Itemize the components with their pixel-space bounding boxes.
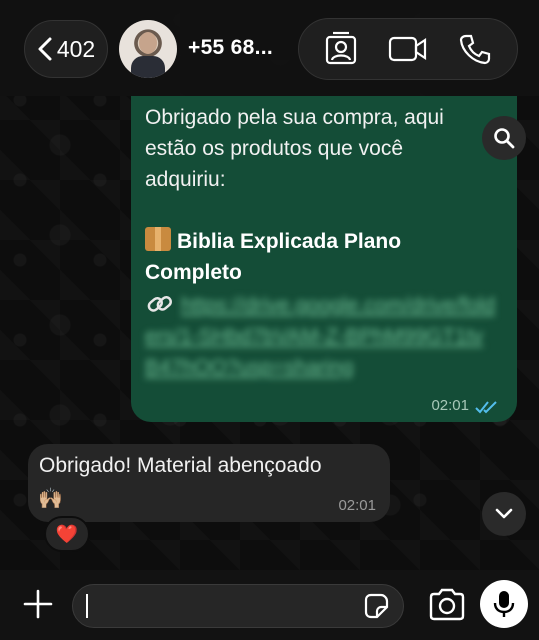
contact-card-icon bbox=[325, 31, 356, 65]
message-text: Obrigado pela sua compra, aqui estão os … bbox=[145, 106, 444, 191]
camera-icon[interactable] bbox=[428, 588, 466, 622]
raised-hands-emoji: 🙌🏼 bbox=[38, 488, 63, 510]
blurred-link[interactable]: https://drive.google.com/drive/folders/1… bbox=[145, 290, 495, 383]
message-composer bbox=[0, 570, 539, 640]
contact-name[interactable]: +55 68... bbox=[188, 36, 273, 60]
voice-call-button[interactable] bbox=[455, 29, 495, 69]
chevron-down-icon bbox=[495, 508, 513, 519]
video-camera-icon bbox=[388, 36, 427, 62]
search-icon bbox=[494, 128, 515, 149]
search-button[interactable] bbox=[482, 116, 526, 160]
contact-card-button[interactable] bbox=[321, 29, 361, 69]
product-name: Biblia Explicada Plano Completo bbox=[145, 230, 402, 284]
chat-header: 402 +55 68... bbox=[0, 0, 539, 96]
product-line: Biblia Explicada Plano Completo bbox=[145, 226, 485, 288]
call-actions bbox=[298, 18, 518, 80]
incoming-message[interactable]: Obrigado! Material abençoado 🙌🏼 02:01 bbox=[28, 444, 390, 522]
message-input[interactable] bbox=[72, 584, 404, 628]
message-time: 02:01 bbox=[338, 497, 376, 514]
voice-message-button[interactable] bbox=[480, 580, 528, 628]
package-icon bbox=[145, 227, 171, 251]
chevron-left-icon bbox=[38, 37, 52, 61]
link-icon bbox=[147, 296, 172, 312]
contact-avatar[interactable] bbox=[119, 20, 177, 78]
avatar-suit bbox=[131, 56, 165, 78]
outgoing-message[interactable]: Obrigado pela sua compra, aqui estão os … bbox=[131, 96, 517, 422]
back-button[interactable]: 402 bbox=[24, 20, 108, 78]
phone-icon bbox=[460, 34, 491, 65]
video-call-button[interactable] bbox=[388, 29, 428, 69]
heart-reaction[interactable]: ❤️ bbox=[44, 516, 90, 552]
message-time: 02:01 bbox=[431, 397, 469, 414]
microphone-icon bbox=[493, 591, 515, 617]
scroll-to-bottom-button[interactable] bbox=[482, 492, 526, 536]
text-caret bbox=[86, 594, 88, 618]
unread-count: 402 bbox=[56, 35, 96, 62]
plus-icon[interactable] bbox=[22, 588, 54, 620]
sticker-icon[interactable] bbox=[362, 592, 390, 620]
message-text: Obrigado! Material abençoado bbox=[39, 454, 322, 477]
avatar-head bbox=[139, 32, 157, 54]
read-receipt-icon bbox=[475, 401, 497, 414]
